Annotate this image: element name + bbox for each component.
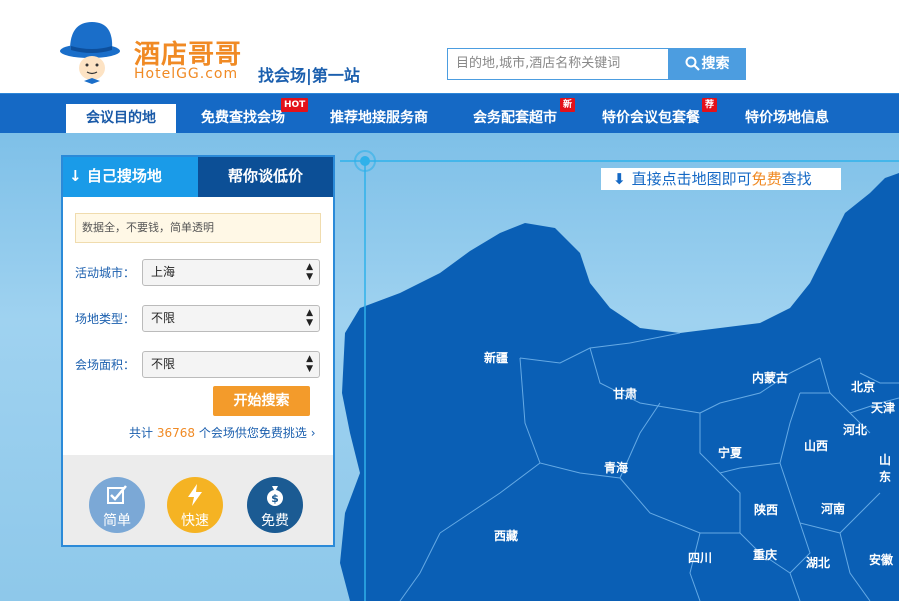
nav-label: 免费查找会场 [201,110,285,126]
tab-negotiate[interactable]: 帮你谈低价 [198,157,333,197]
feature-fast: 快速 [167,477,223,533]
province-hubei[interactable]: 湖北 [806,554,830,571]
type-select[interactable]: 不限 ▲ ▼ [142,305,320,332]
slogan: 找会场|第一站 [258,66,360,85]
province-sichuan[interactable]: 四川 [688,549,712,566]
select-arrows-icon: ▲ ▼ [306,308,313,328]
tab-self-search[interactable]: ↓ 自己搜场地 [63,157,198,197]
tab-label: 自己搜场地 [86,167,162,185]
search-button-label: 搜索 [701,56,730,72]
svg-text:$: $ [271,492,279,505]
nav-label: 特价会议包套餐 [602,110,700,126]
province-ningxia[interactable]: 宁夏 [718,444,742,461]
venue-search-panel: ↓ 自己搜场地 帮你谈低价 数据全，不要钱，简单透明 活动城市： 上海 ▲ ▼ 场… [61,155,335,547]
nav-label: 会务配套超市 [473,110,557,126]
recommend-badge: 荐 [702,98,718,112]
nav-label: 推荐地接服务商 [330,110,428,126]
count-suffix: 个会场供您免费挑选 [198,426,307,440]
count-prefix: 共计 [129,426,154,440]
province-neimenggu[interactable]: 内蒙古 [752,369,788,386]
count-number: 36768 [156,426,196,440]
header: 酒店哥哥 HotelGG.com 找会场|第一站 目的地,城市,酒店名称关键词 … [0,0,899,93]
banner-prefix: 直接点击地图即可 [631,170,752,188]
nav-item-free-search[interactable]: 免费查找会场 HOT [193,98,309,134]
province-qinghai[interactable]: 青海 [604,459,628,476]
area-value: 不限 [151,357,176,371]
province-xizang[interactable]: 西藏 [494,527,518,544]
search-button[interactable]: 搜索 [668,48,746,80]
chevron-right-icon: › [310,426,316,440]
type-value: 不限 [151,311,176,325]
lightning-icon [188,484,202,506]
nav-item-packages[interactable]: 特价会议包套餐 荐 [596,98,718,134]
nav-label: 会议目的地 [86,110,156,126]
nav-item-service-providers[interactable]: 推荐地接服务商 [323,104,435,134]
checkbox-icon [107,485,127,504]
feature-simple: 简单 [89,477,145,533]
province-gansu[interactable]: 甘肃 [613,385,637,402]
search-icon [685,56,700,71]
feature-label: 免费 [261,513,289,529]
notice-text: 数据全，不要钱，简单透明 [75,213,321,243]
province-beijing[interactable]: 北京 [851,378,875,395]
search-input[interactable]: 目的地,城市,酒店名称关键词 [447,48,668,80]
province-hebei[interactable]: 河北 [843,421,867,438]
province-xinjiang[interactable]: 新疆 [484,349,508,366]
banner-free: 免费 [751,170,782,188]
feature-free: $ 免费 [247,477,303,533]
banner-suffix: 查找 [781,170,812,188]
province-chongqing[interactable]: 重庆 [753,546,777,563]
hot-badge: HOT [281,98,309,112]
arrow-down-icon: ↓ [69,167,82,185]
city-label: 活动城市： [75,266,136,280]
type-label: 场地类型： [75,312,136,326]
province-henan[interactable]: 河南 [821,500,845,517]
province-shaanxi[interactable]: 陕西 [754,501,778,518]
main-nav: 会议目的地 免费查找会场 HOT 推荐地接服务商 会务配套超市 新 特价会议包套… [0,93,899,134]
feature-label: 快速 [181,513,209,529]
logo-mascot-icon [60,22,120,84]
area-label: 会场面积： [75,358,136,372]
city-select[interactable]: 上海 ▲ ▼ [142,259,320,286]
new-badge: 新 [560,98,576,112]
select-arrows-icon: ▲ ▼ [306,354,313,374]
nav-item-destinations[interactable]: 会议目的地 [66,104,176,134]
arrow-down-icon: ⬇ [613,170,626,188]
city-value: 上海 [151,265,176,279]
start-search-button[interactable]: 开始搜索 [213,386,310,416]
nav-item-supermarket[interactable]: 会务配套超市 新 [466,98,576,134]
province-tianjin[interactable]: 天津 [871,399,895,416]
nav-label: 特价场地信息 [745,110,829,126]
map-banner: ⬇ 直接点击地图即可免费查找 [601,168,841,190]
province-anhui[interactable]: 安徽 [869,551,893,568]
select-arrows-icon: ▲ ▼ [306,262,313,282]
feature-label: 简单 [103,513,131,529]
area-select[interactable]: 不限 ▲ ▼ [142,351,320,378]
feature-badges: 简单 快速 $ 免费 [63,455,333,545]
venue-count[interactable]: 共计 36768 个会场供您免费挑选 › [129,424,316,441]
logo-name-en[interactable]: HotelGG.com [134,66,238,82]
money-bag-icon: $ [267,486,283,506]
province-shandong[interactable]: 山东 [879,451,899,485]
nav-item-special-venues[interactable]: 特价场地信息 [738,104,836,134]
province-shanxi[interactable]: 山西 [804,437,828,454]
